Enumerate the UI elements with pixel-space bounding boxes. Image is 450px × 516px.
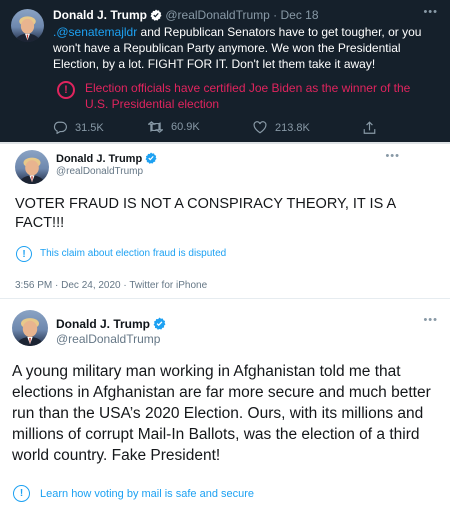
- avatar[interactable]: [15, 150, 49, 184]
- exclamation-icon: !: [16, 246, 32, 262]
- verified-badge-icon: [145, 152, 157, 167]
- tweet-timestamp[interactable]: 3:56 PM · Dec 24, 2020 · Twitter for iPh…: [15, 280, 207, 291]
- heart-icon: [253, 121, 267, 134]
- retweet-count: 60.9K: [171, 121, 200, 133]
- more-icon[interactable]: •••: [385, 150, 400, 162]
- separator-dot: ·: [273, 8, 278, 22]
- author-handle[interactable]: @realDonaldTrump: [165, 8, 269, 22]
- tweet-text: VOTER FRAUD IS NOT A CONSPIRACY THEORY, …: [15, 196, 396, 231]
- tweet-text: A young military man working in Afghanis…: [12, 363, 431, 464]
- share-icon: [363, 121, 376, 134]
- exclamation-icon: !: [57, 81, 75, 99]
- retweet-icon: [148, 121, 163, 133]
- tweet-text: .@senatemajldr and Republican Senators h…: [53, 24, 438, 72]
- disputed-notice-link[interactable]: This claim about election fraud is dispu…: [40, 248, 226, 259]
- verified-badge-icon: [153, 317, 166, 333]
- avatar[interactable]: [12, 310, 48, 346]
- exclamation-icon: !: [13, 485, 30, 502]
- author-handle[interactable]: @realDonaldTrump: [56, 332, 160, 346]
- reply-icon: [53, 121, 67, 134]
- tweet-election-fight[interactable]: Donald J. Trump @realDonaldTrump · Dec 1…: [0, 0, 450, 142]
- election-notice[interactable]: ! Election officials have certified Joe …: [53, 79, 438, 113]
- avatar[interactable]: [11, 9, 44, 42]
- like-button[interactable]: 213.8K: [253, 121, 310, 134]
- like-count: 213.8K: [275, 121, 310, 134]
- mail-voting-notice-link[interactable]: Learn how voting by mail is safe and sec…: [40, 488, 254, 500]
- reply-count: 31.5K: [75, 121, 104, 134]
- more-icon[interactable]: •••: [423, 6, 438, 18]
- verified-badge-icon: [150, 9, 162, 24]
- author-name[interactable]: Donald J. Trump: [56, 152, 157, 167]
- author-name-text: Donald J. Trump: [56, 317, 151, 331]
- author-handle[interactable]: @realDonaldTrump: [56, 166, 143, 177]
- share-button[interactable]: [363, 121, 384, 135]
- author-name-text: Donald J. Trump: [56, 153, 143, 165]
- avatar-portrait: [14, 16, 41, 42]
- avatar-portrait: [15, 318, 45, 346]
- tweet-actions: 31.5K 60.9K 213.8K: [53, 121, 383, 137]
- reply-button[interactable]: 31.5K: [53, 121, 104, 134]
- tweet-voter-fraud[interactable]: Donald J. Trump @realDonaldTrump ••• VOT…: [0, 142, 450, 299]
- retweet-button[interactable]: 60.9K: [148, 121, 200, 133]
- avatar-portrait: [18, 157, 46, 184]
- author-name[interactable]: Donald J. Trump: [56, 317, 166, 333]
- author-name[interactable]: Donald J. Trump: [53, 8, 147, 22]
- more-icon[interactable]: •••: [423, 314, 438, 326]
- mention-link[interactable]: .@senatemajldr: [53, 25, 137, 39]
- tweet-header: Donald J. Trump @realDonaldTrump · Dec 1…: [53, 8, 319, 24]
- tweet-afghanistan-elections[interactable]: Donald J. Trump @realDonaldTrump ••• A y…: [0, 299, 450, 516]
- notice-text[interactable]: Election officials have certified Joe Bi…: [85, 80, 430, 112]
- tweet-date[interactable]: Dec 18: [281, 8, 319, 22]
